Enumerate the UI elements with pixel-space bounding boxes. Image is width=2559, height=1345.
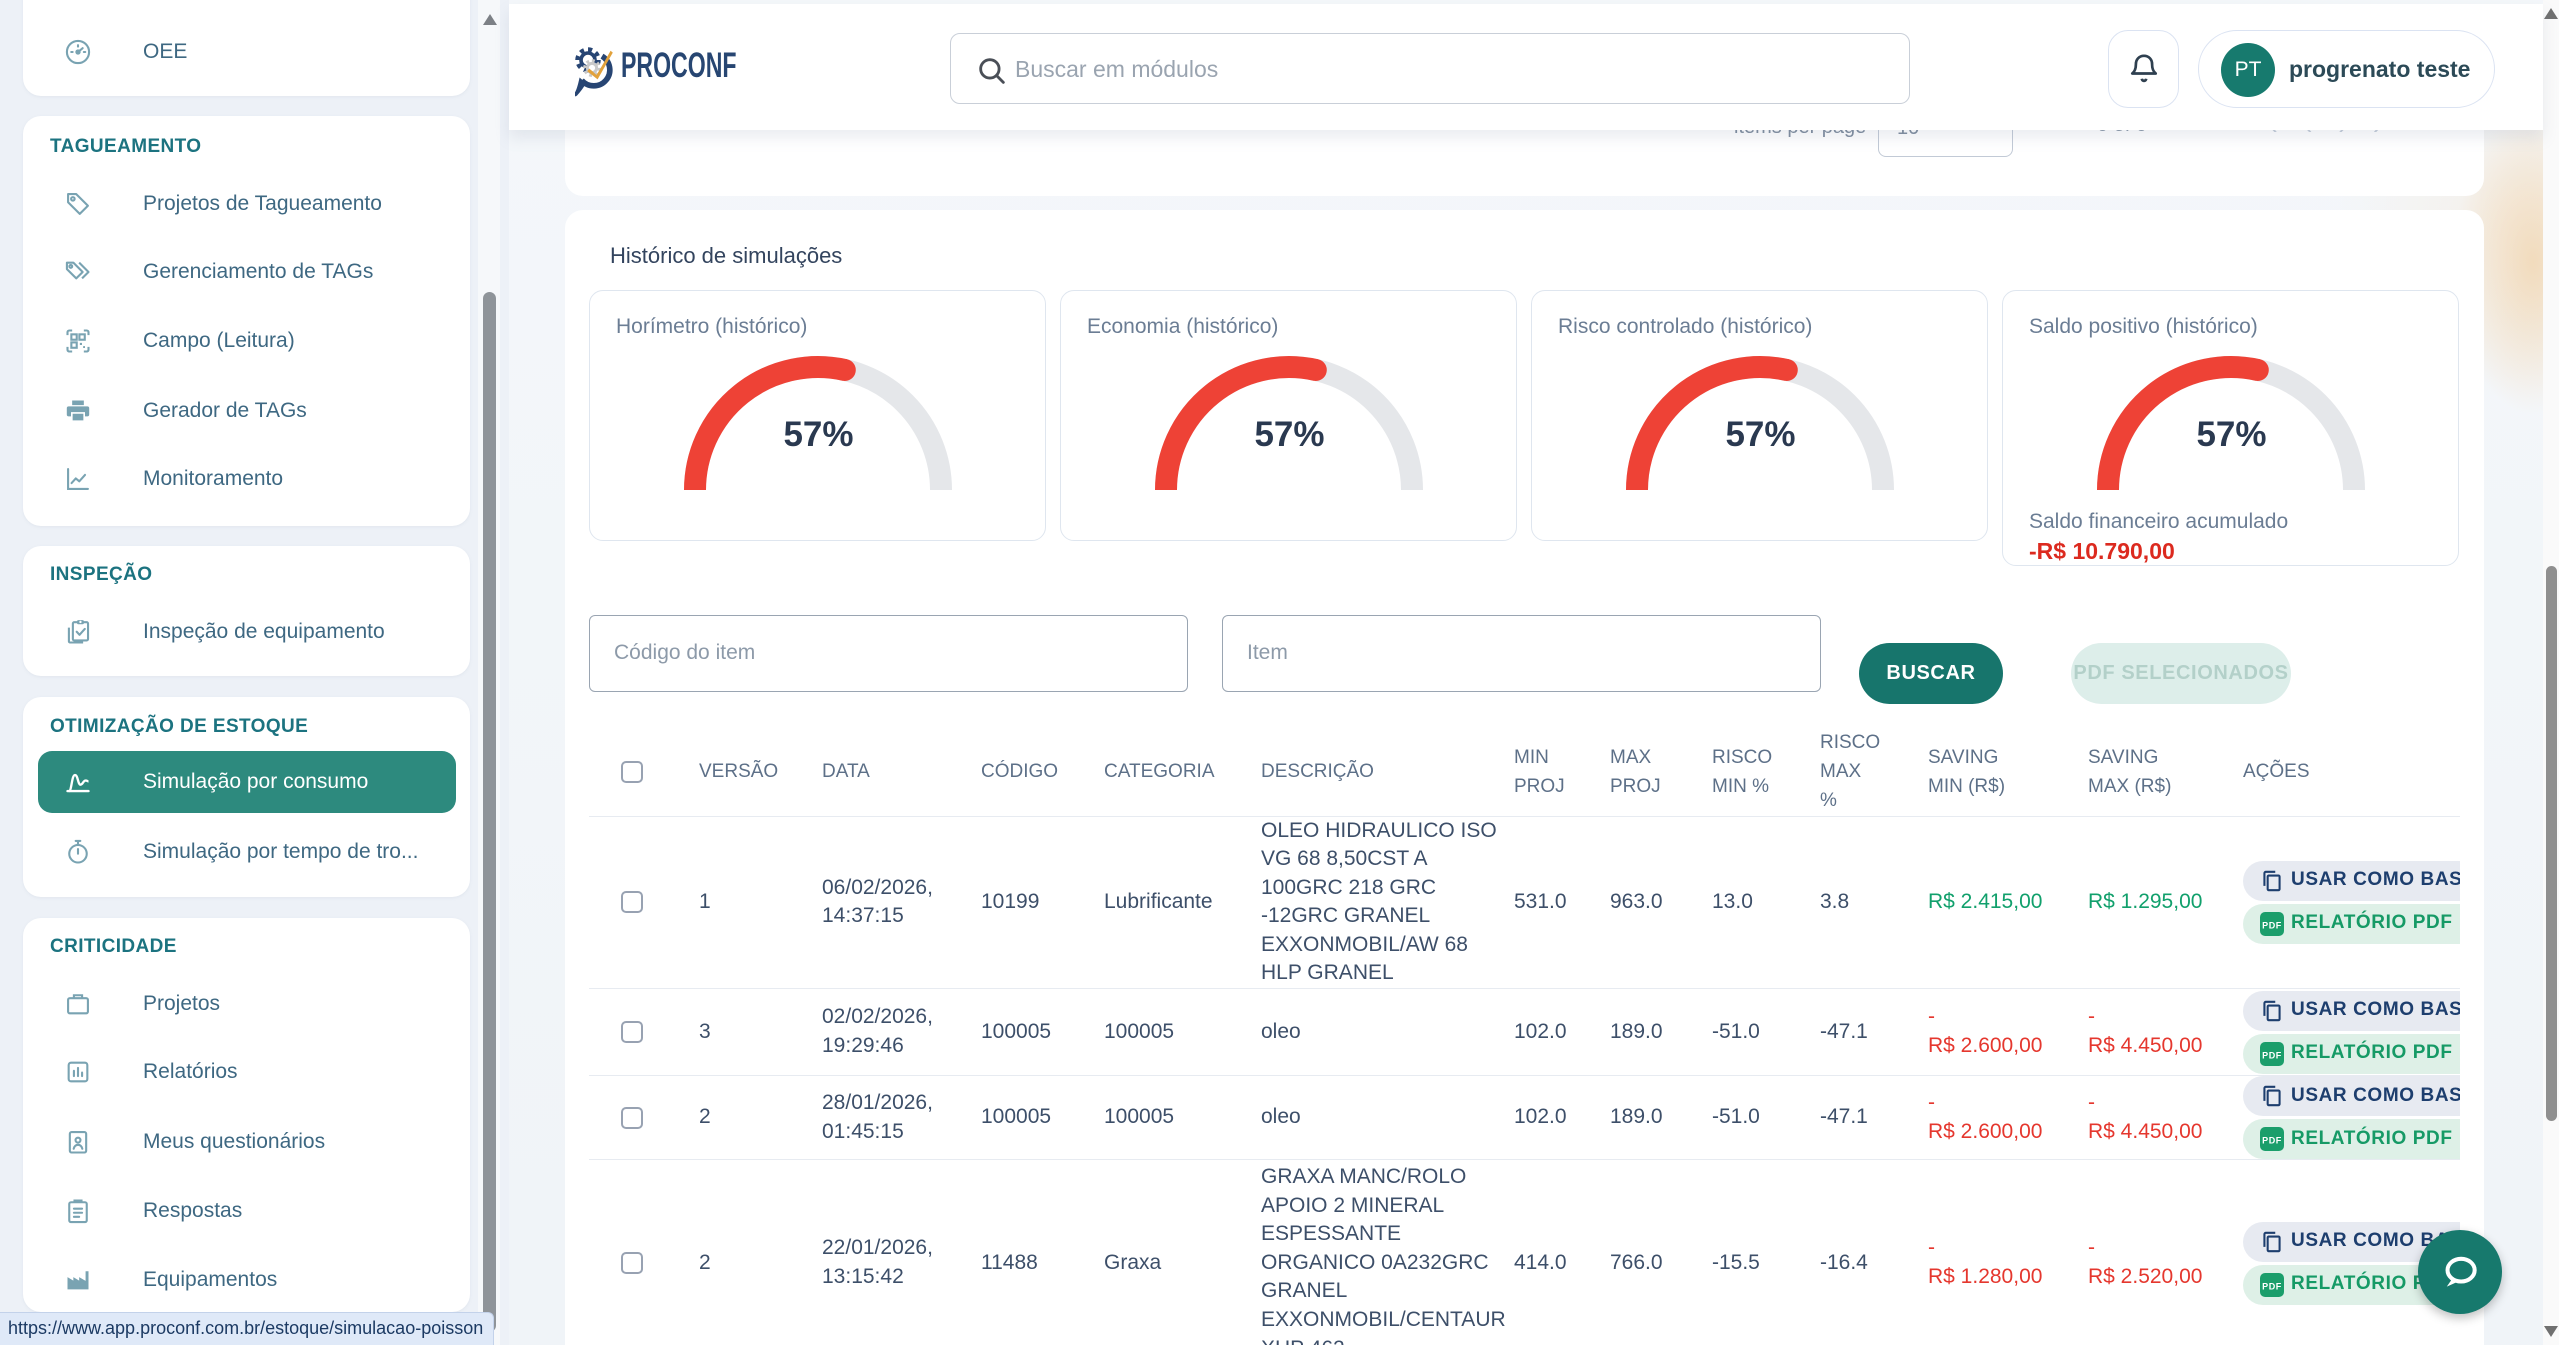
svg-text:PDF: PDF [2262, 920, 2282, 930]
svg-text:PDF: PDF [2262, 1050, 2282, 1060]
svg-text:PDF: PDF [2262, 1281, 2282, 1291]
svg-text:PDF: PDF [2262, 1136, 2282, 1146]
